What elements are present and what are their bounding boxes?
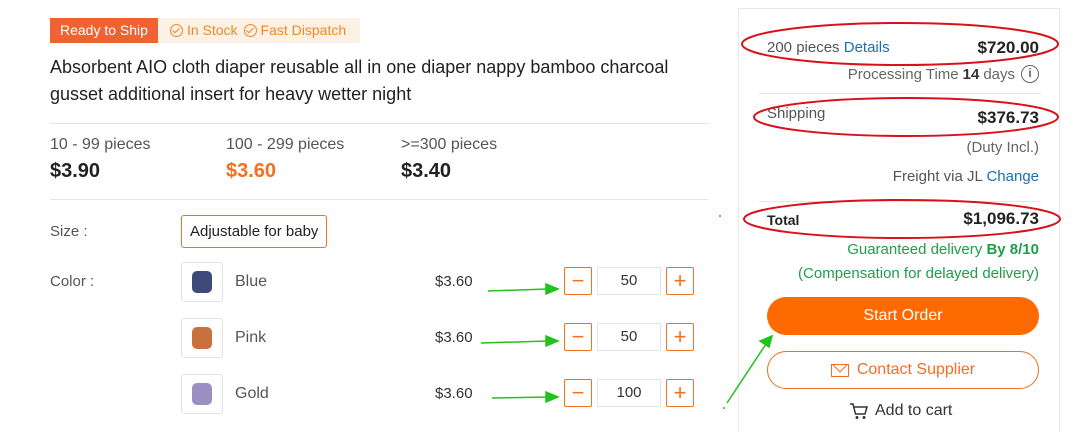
color-price: $3.60: [435, 329, 473, 346]
tier-price: $3.40: [401, 160, 452, 182]
processing-days: 14: [962, 65, 980, 83]
add-to-cart-button[interactable]: Add to cart: [849, 402, 952, 420]
info-icon[interactable]: i: [1021, 65, 1039, 83]
price-tier: >=300 pieces $3.40: [401, 136, 497, 183]
shipping-amount: $376.73: [977, 108, 1039, 127]
decrease-qty-button[interactable]: −: [564, 267, 592, 295]
color-label: Color :: [50, 273, 95, 290]
divider: [50, 123, 708, 124]
quantity-input[interactable]: 50: [597, 267, 661, 295]
color-thumbnail[interactable]: [181, 262, 223, 302]
mail-icon: [830, 363, 849, 377]
details-link[interactable]: Details: [844, 39, 890, 56]
in-stock-label: In Stock: [186, 22, 238, 38]
pieces-summary: 200 pieces Details: [767, 39, 890, 56]
compensation-note: (Compensation for delayed delivery): [798, 265, 1039, 282]
change-shipping-link[interactable]: Change: [986, 168, 1039, 185]
shipping-label: Shipping: [767, 105, 826, 122]
color-row-blue: Blue $3.60 − 50 +: [181, 262, 701, 302]
guaranteed-label: Guaranteed delivery: [847, 241, 983, 258]
order-summary-panel: 200 pieces Details $720.00 Processing Ti…: [738, 8, 1060, 432]
freight-info: Freight via JL Change: [893, 168, 1039, 185]
diaper-image: [192, 271, 212, 293]
processing-time: Processing Time 14 days i: [848, 65, 1039, 83]
size-label: Size :: [50, 223, 88, 240]
processing-unit: days: [983, 65, 1015, 83]
duty-note: (Duty Incl.): [966, 139, 1039, 156]
color-name: Gold: [235, 385, 269, 402]
increase-qty-button[interactable]: +: [666, 323, 694, 351]
contact-supplier-label: Contact Supplier: [856, 361, 976, 378]
color-name: Pink: [235, 329, 267, 346]
quantity-input[interactable]: 50: [597, 323, 661, 351]
price-tier-active: 100 - 299 pieces $3.60: [226, 136, 344, 183]
start-order-button[interactable]: Start Order: [767, 297, 1039, 335]
color-name: Blue: [235, 273, 268, 290]
tier-price: $3.60: [226, 160, 277, 182]
diaper-image: [192, 327, 212, 349]
color-price: $3.60: [435, 273, 473, 290]
color-row-gold: Gold $3.60 − 100 +: [181, 374, 701, 414]
divider: [759, 93, 1041, 94]
check-circle-icon: [243, 24, 257, 37]
tier-range: >=300 pieces: [401, 136, 498, 153]
total-amount: $1,096.73: [963, 209, 1039, 228]
product-badges: Ready to Ship In Stock Fast Dispatch: [50, 18, 361, 43]
subtotal-amount: $720.00: [977, 38, 1039, 57]
fast-dispatch-label: Fast Dispatch: [260, 22, 347, 38]
divider: [759, 201, 1041, 202]
tier-range: 100 - 299 pieces: [226, 136, 345, 153]
color-row-pink: Pink $3.60 − 50 +: [181, 318, 701, 358]
color-price: $3.60: [435, 385, 473, 402]
check-circle-icon: [169, 24, 183, 37]
price-tier: 10 - 99 pieces $3.90: [50, 136, 151, 183]
tier-price: $3.90: [50, 160, 101, 182]
guaranteed-date: By 8/10: [986, 241, 1039, 258]
guaranteed-delivery: Guaranteed delivery By 8/10: [847, 241, 1039, 258]
ready-to-ship-badge: Ready to Ship: [50, 18, 158, 43]
stock-badge: In Stock Fast Dispatch: [157, 18, 361, 43]
increase-qty-button[interactable]: +: [666, 379, 694, 407]
pieces-count: 200 pieces: [767, 39, 840, 56]
freight-label: Freight via JL: [892, 168, 983, 185]
product-title: Absorbent AIO cloth diaper reusable all …: [50, 57, 669, 104]
increase-qty-button[interactable]: +: [666, 267, 694, 295]
processing-label: Processing Time: [847, 65, 959, 83]
color-thumbnail[interactable]: [181, 374, 223, 414]
size-option-adjustable[interactable]: Adjustable for baby: [181, 215, 328, 248]
tier-range: 10 - 99 pieces: [50, 136, 151, 153]
color-thumbnail[interactable]: [181, 318, 223, 358]
decrease-qty-button[interactable]: −: [564, 323, 592, 351]
total-label: Total: [767, 212, 800, 228]
divider: [50, 199, 708, 200]
add-to-cart-label: Add to cart: [875, 402, 953, 419]
diaper-image: [192, 383, 212, 405]
quantity-input[interactable]: 100: [597, 379, 661, 407]
contact-supplier-button[interactable]: Contact Supplier: [767, 351, 1039, 389]
cart-icon: [850, 403, 868, 419]
decrease-qty-button[interactable]: −: [564, 379, 592, 407]
